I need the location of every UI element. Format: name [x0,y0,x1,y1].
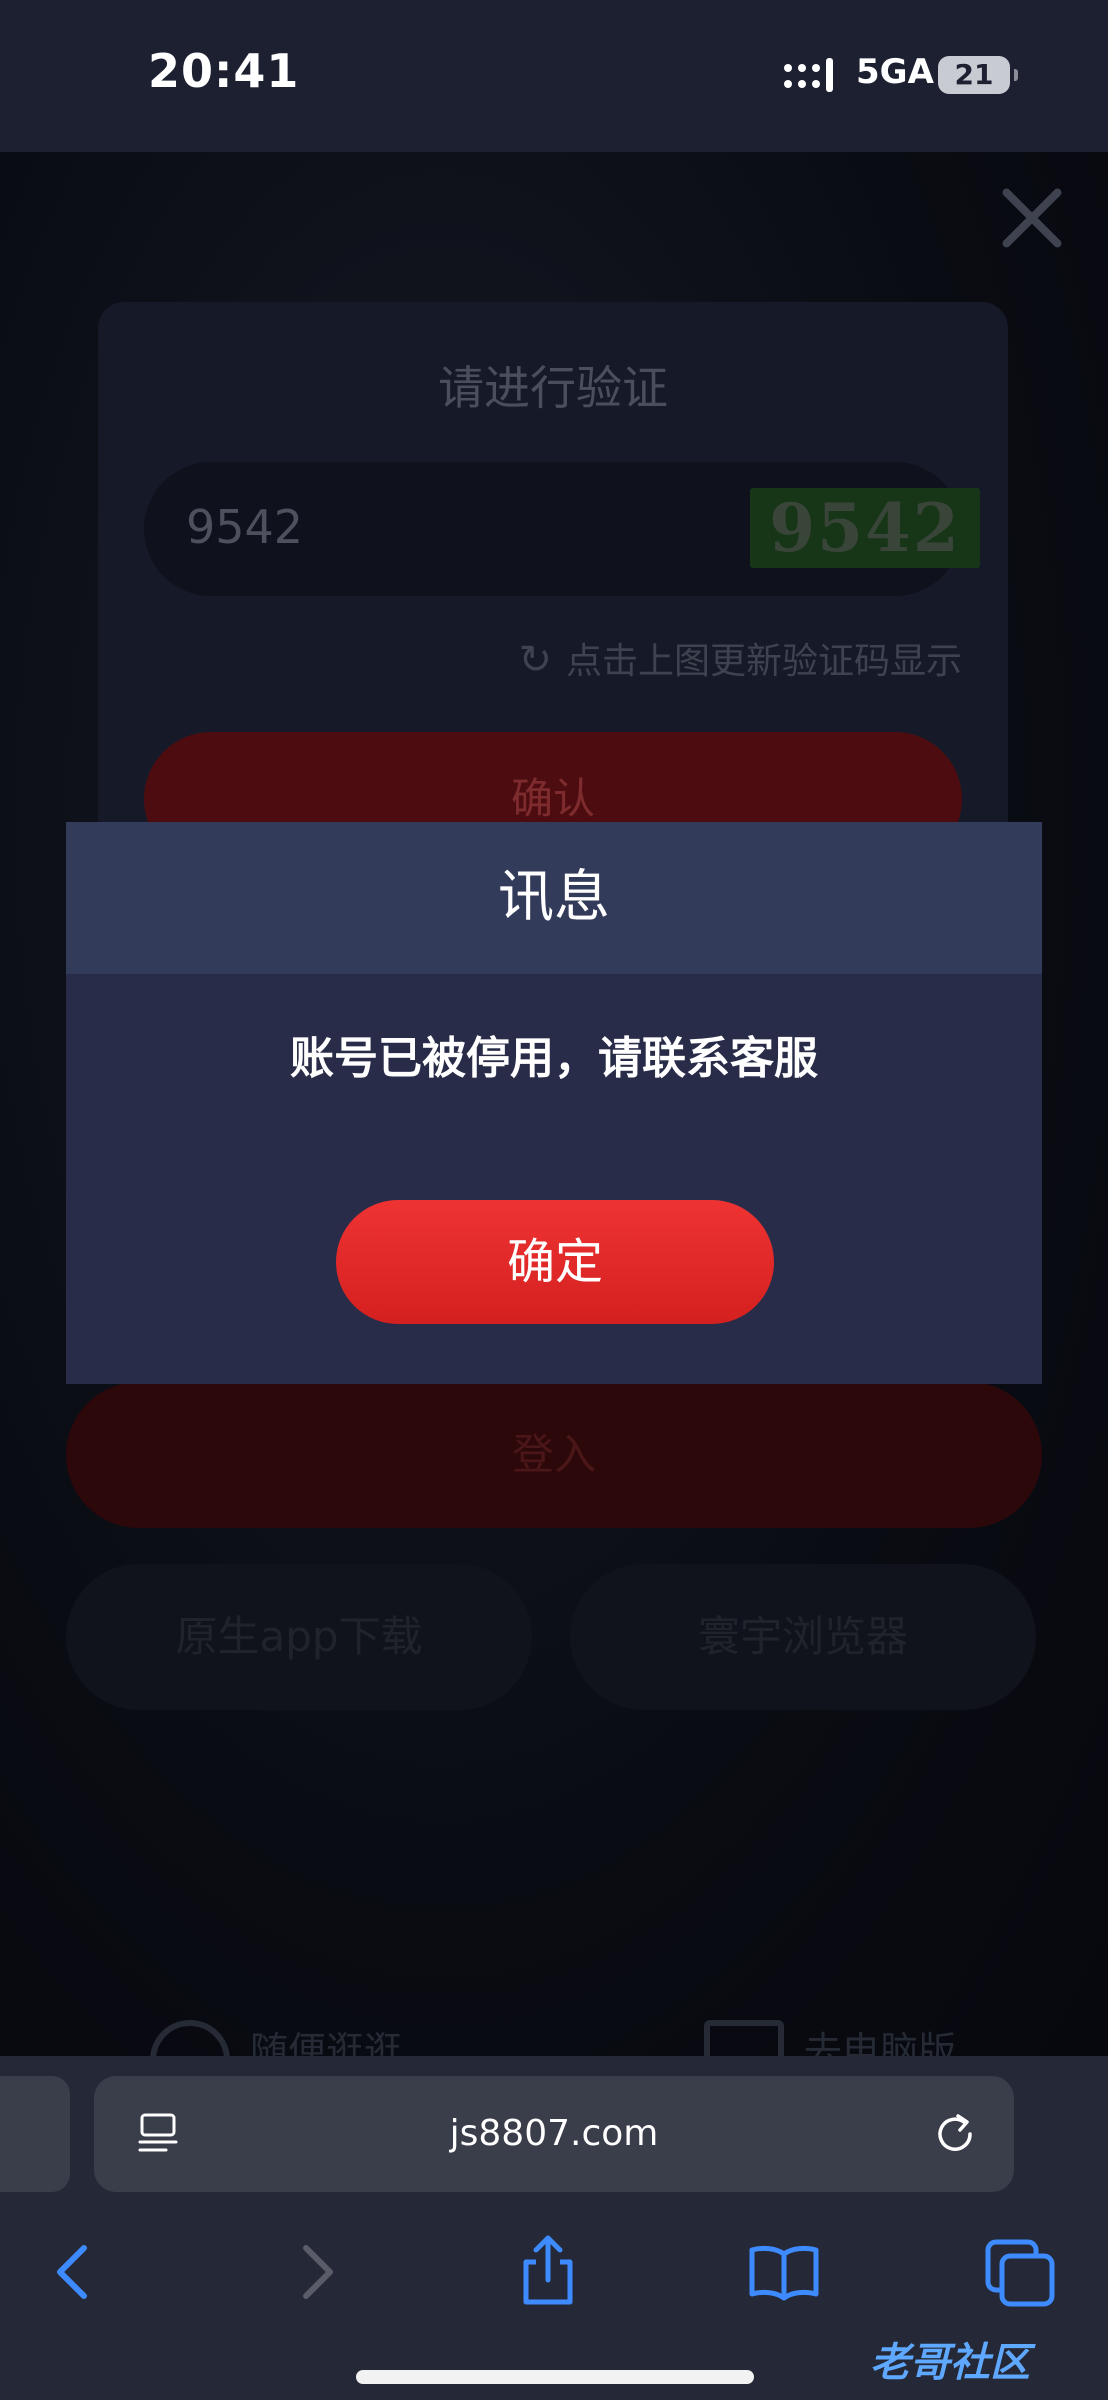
message-dialog: 讯息 账号已被停用，请联系客服 确定 [66,822,1042,1384]
signal-icon [784,58,833,92]
chip-icon [150,2020,230,2056]
status-time: 20:41 [148,44,300,98]
refresh-hint-label: 点击上图更新验证码显示 [565,641,962,682]
browser-button[interactable]: 寰宇浏览器 [570,1564,1036,1710]
address-bar[interactable]: js8807.com [94,2076,1014,2192]
captcha-input[interactable]: 9542 9542 [144,462,980,596]
login-button[interactable]: 登入 [66,1382,1042,1528]
bookmarks-icon[interactable] [744,2232,824,2312]
share-icon[interactable] [508,2232,588,2312]
watermark-logo: 老哥社区 [870,2340,1030,2386]
captcha-input-value: 9542 [186,500,304,554]
footer-link-browse[interactable]: 随便逛逛 [150,2020,402,2056]
dialog-title: 讯息 [66,822,1042,974]
battery-level: 21 [954,58,994,91]
url-text: js8807.com [449,2113,659,2154]
forward-icon[interactable] [276,2232,356,2312]
reload-icon[interactable] [930,2108,980,2158]
battery-icon: 21 [938,56,1018,94]
close-icon[interactable] [996,182,1068,254]
browser-toolbar: js8807.com 老哥社区 [0,2056,1108,2400]
captcha-image[interactable]: 9542 [750,488,980,568]
dialog-ok-button[interactable]: 确定 [336,1200,774,1324]
tabs-icon[interactable] [980,2232,1060,2312]
verification-title: 请进行验证 [438,361,668,415]
captcha-refresh-hint[interactable]: ↻ 点击上图更新验证码显示 [518,632,962,684]
back-icon[interactable] [34,2232,114,2312]
footer-link-desktop-label: 去电脑版 [804,2029,957,2056]
verification-panel: 请进行验证 9542 9542 ↻ 点击上图更新验证码显示 确认 [98,302,1008,866]
footer-link-desktop[interactable]: 去电脑版 [704,2020,956,2056]
dialog-message: 账号已被停用，请联系客服 [290,1033,818,1084]
status-bar: 20:41 5GA 21 [0,0,1108,152]
app-download-button[interactable]: 原生app下载 [66,1564,532,1710]
footer-link-browse-label: 随便逛逛 [250,2029,403,2056]
footer-links: 随便逛逛 去电脑版 [0,2010,1108,2056]
monitor-icon [704,2020,784,2056]
home-indicator [356,2370,754,2384]
network-type: 5GA [856,52,934,92]
refresh-icon: ↻ [518,637,552,683]
previous-tab[interactable] [0,2076,70,2192]
